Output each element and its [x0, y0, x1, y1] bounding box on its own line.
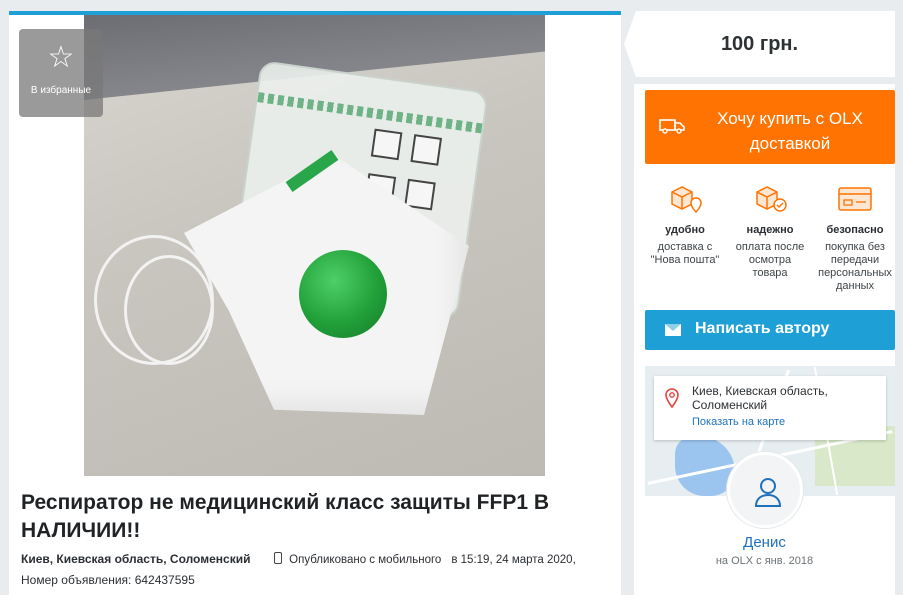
photo-valve [299, 250, 387, 338]
mail-icon [665, 324, 681, 336]
sidebar: Хочу купить с OLX доставкой удобно доста… [634, 84, 895, 595]
feature-safe: безопасно покупка без передачи персональ… [815, 182, 895, 293]
box-location-icon [671, 186, 702, 214]
published-source: Опубликовано с мобильного [289, 554, 442, 566]
feature-text: покупка без передачи персональных данных [818, 241, 892, 292]
feature-reliable: надежно оплата после осмотра товара [730, 182, 810, 293]
listing-photo[interactable] [84, 15, 545, 476]
listing-meta: Киев, Киевская область, Соломенский Опуб… [21, 549, 621, 590]
map-pin-icon [665, 388, 679, 408]
message-author-label: Написать автору [695, 320, 830, 337]
seller-since: на OLX с янв. 2018 [715, 555, 814, 567]
box-check-icon [756, 186, 787, 212]
buy-with-delivery-button[interactable]: Хочу купить с OLX доставкой [645, 90, 895, 164]
published-date: в 15:19, 24 марта 2020, [451, 554, 576, 566]
card-icon [838, 187, 872, 211]
feature-convenient: удобно доставка с "Нова пошта" [645, 182, 725, 293]
price: 100 грн. [720, 33, 799, 55]
mobile-icon [273, 552, 282, 564]
seller-name[interactable]: Денис [634, 534, 895, 551]
listing-title: Респиратор не медицинский класс защиты F… [21, 491, 550, 542]
feature-title: надежно [746, 224, 794, 236]
location-card: Киев, Киевская область, Соломенский Пока… [654, 376, 886, 440]
photo-strap [124, 255, 214, 365]
delivery-features: удобно доставка с "Нова пошта" надежно о… [645, 182, 895, 293]
feature-title: безопасно [826, 224, 884, 236]
feature-text: доставка с "Нова пошта" [650, 241, 720, 266]
star-icon: ☆ [47, 41, 75, 74]
price-box: 100 грн. [624, 11, 895, 77]
truck-icon [659, 119, 685, 134]
listing-card: ☆ В избранные Респиратор не медицинский … [9, 11, 621, 595]
user-icon [754, 478, 781, 507]
show-on-map-link[interactable]: Показать на карте [692, 416, 785, 428]
feature-title: удобно [665, 224, 705, 236]
feature-text: оплата после осмотра товара [735, 241, 805, 279]
favorites-label: В избранные [30, 85, 92, 96]
location-address: Киев, Киевская область, Соломенский [692, 384, 828, 412]
message-author-button[interactable]: Написать автору [645, 310, 895, 350]
listing-location: Киев, Киевская область, Соломенский [21, 552, 251, 566]
ad-number: Номер объявления: 642437595 [21, 573, 195, 587]
buy-button-label: Хочу купить с OLX доставкой [717, 109, 863, 153]
avatar[interactable] [726, 452, 803, 528]
seller-info: Денис на OLX с янв. 2018 [634, 452, 895, 567]
add-to-favorites-button[interactable]: ☆ В избранные [19, 29, 103, 117]
